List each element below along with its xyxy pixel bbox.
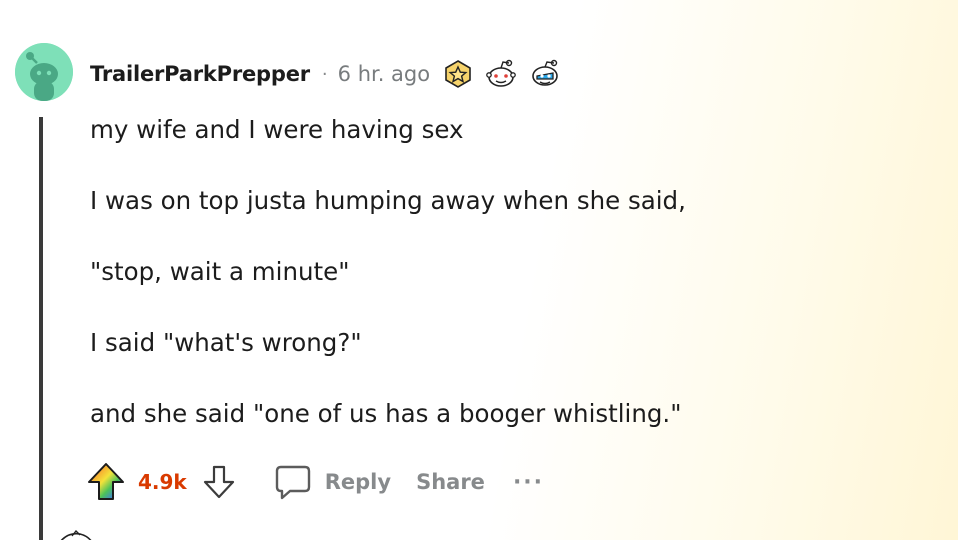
- avatar[interactable]: [15, 43, 73, 101]
- child-avatar-icon: [60, 530, 92, 540]
- helpful-award-icon[interactable]: [528, 59, 562, 89]
- share-label: Share: [416, 470, 485, 494]
- share-button[interactable]: Share: [416, 470, 485, 494]
- star-award-icon[interactable]: [442, 59, 474, 89]
- awards-list[interactable]: [442, 59, 562, 89]
- username-link[interactable]: TrailerParkPrepper: [90, 62, 310, 86]
- comment-paragraph: "stop, wait a minute": [90, 257, 350, 286]
- meta-separator: ·: [321, 63, 328, 85]
- wholesome-award-icon[interactable]: [484, 59, 518, 89]
- comment-body: my wife and I were having sex I was on t…: [90, 112, 910, 467]
- reply-label: Reply: [324, 470, 392, 494]
- reply-button[interactable]: Reply: [273, 462, 391, 502]
- comment-page: TrailerParkPrepper · 6 hr. ago my wife a…: [0, 0, 958, 540]
- comment-paragraph: my wife and I were having sex: [90, 115, 464, 144]
- comment-paragraph: I was on top justa humping away when she…: [90, 186, 686, 215]
- comment-paragraph: I said "what's wrong?": [90, 328, 362, 357]
- thread-line[interactable]: [39, 117, 43, 540]
- upvote-arrow-icon[interactable]: [84, 461, 128, 503]
- comment-header: TrailerParkPrepper · 6 hr. ago: [90, 58, 562, 90]
- comment-actions: 4.9k Reply Share ···: [84, 460, 544, 504]
- comment-bubble-icon: [275, 465, 310, 500]
- snoo-avatar-icon: [15, 43, 73, 101]
- comment-timestamp[interactable]: 6 hr. ago: [338, 62, 430, 86]
- more-options-icon: ···: [512, 469, 545, 495]
- comment-paragraph: and she said "one of us has a booger whi…: [90, 399, 682, 428]
- vote-count: 4.9k: [138, 470, 187, 494]
- downvote-arrow-icon[interactable]: [201, 463, 237, 501]
- more-options-button[interactable]: ···: [513, 470, 544, 495]
